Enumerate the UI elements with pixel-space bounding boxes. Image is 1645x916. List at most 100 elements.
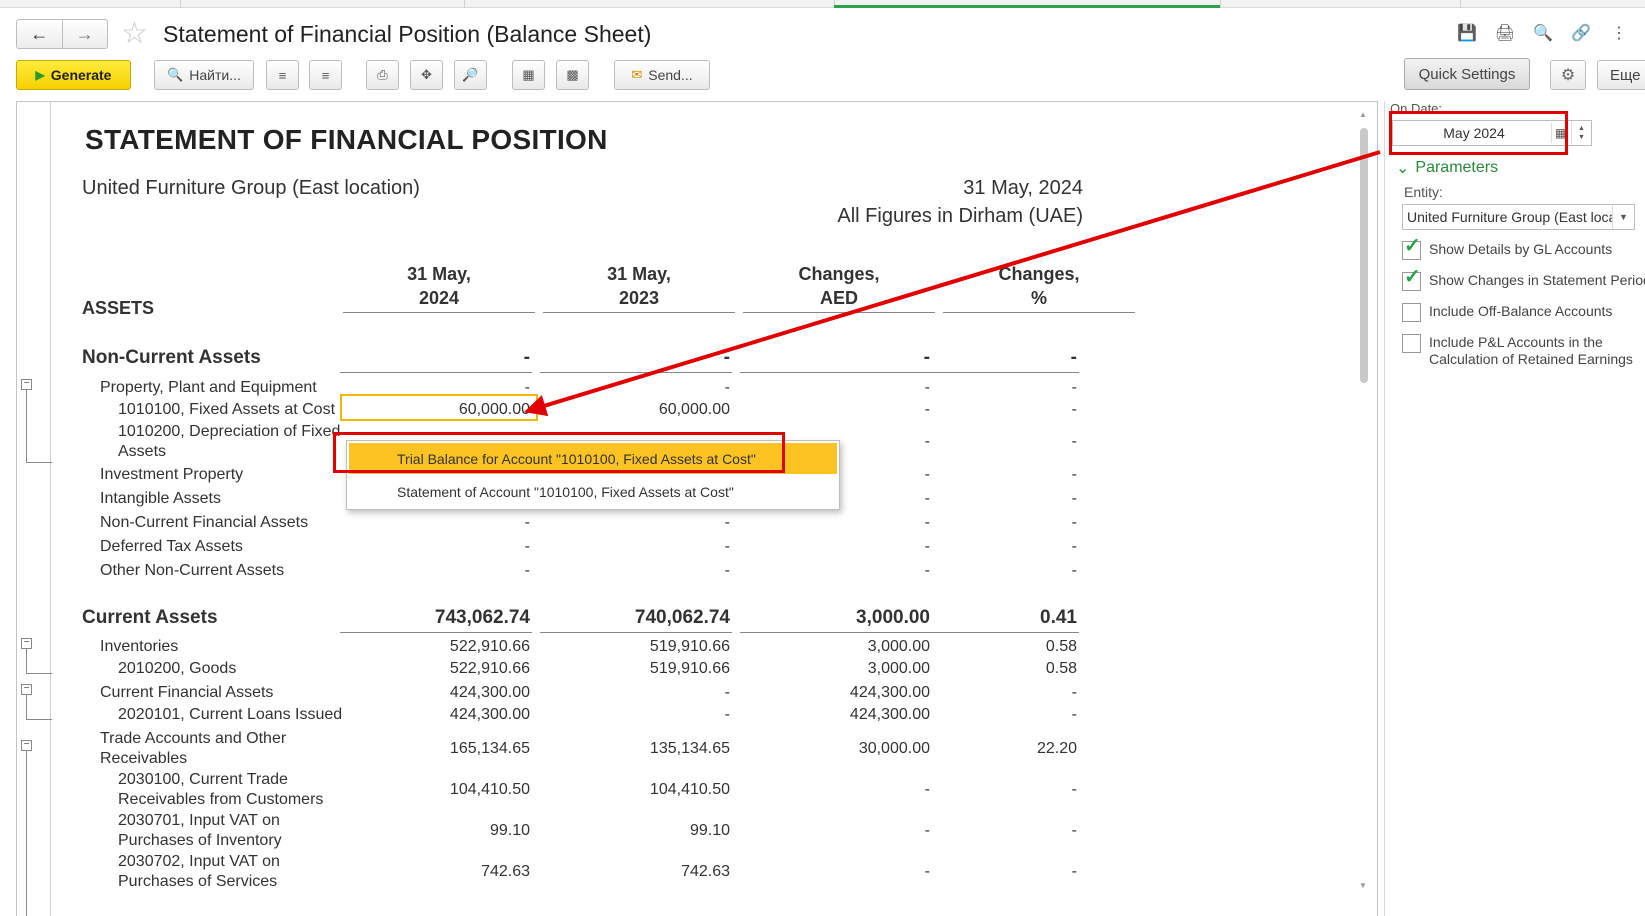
value-cell[interactable]: 0.58 [891, 659, 1077, 679]
value-cell[interactable]: 22.20 [891, 739, 1077, 759]
value-cell[interactable]: 0.41 [891, 608, 1077, 628]
settings-gear-icon[interactable]: ⚙ [1550, 60, 1586, 90]
value-cell[interactable]: 135,134.65 [544, 739, 730, 759]
value-cell[interactable]: 742.63 [544, 862, 730, 882]
checkbox-box[interactable] [1402, 334, 1421, 353]
value-cell[interactable]: 99.10 [544, 821, 730, 841]
checkbox-box[interactable] [1402, 303, 1421, 322]
back-arrow-icon[interactable]: ← [17, 20, 62, 48]
value-cell[interactable]: 522,910.66 [344, 659, 530, 679]
value-cell[interactable]: - [344, 561, 530, 581]
chevron-down-icon: ⌄ [1396, 160, 1410, 177]
value-cell[interactable]: - [891, 705, 1077, 725]
preview-icon[interactable]: 🔍 [1533, 22, 1553, 44]
quick-settings-button[interactable]: Quick Settings [1404, 58, 1530, 90]
value-cell[interactable]: 742.63 [344, 862, 530, 882]
collapse-groups-button[interactable]: ≡ [309, 60, 342, 90]
annotation-highlight-date [1389, 111, 1568, 155]
save-icon[interactable]: 💾 [1457, 22, 1477, 44]
scrollbar-thumb[interactable] [1360, 128, 1368, 383]
value-cell[interactable]: - [891, 378, 1077, 398]
value-cell[interactable]: 60,000.00 [544, 400, 730, 420]
value-cell[interactable]: - [891, 465, 1077, 485]
forward-arrow-icon[interactable]: → [61, 20, 108, 48]
value-cell[interactable]: - [891, 821, 1077, 841]
checkbox-show-changes[interactable]: Show Changes in Statement Period [1402, 269, 1645, 291]
value-cell[interactable]: 165,134.65 [344, 739, 530, 759]
value-cell[interactable]: 99.10 [344, 821, 530, 841]
value-cell[interactable]: 0.58 [891, 637, 1077, 657]
value-cell[interactable]: - [544, 683, 730, 703]
scroll-up-icon[interactable]: ▲ [1359, 110, 1367, 119]
value-cell[interactable]: - [544, 705, 730, 725]
value-cell[interactable]: - [344, 513, 530, 533]
row-label: 2030702, Input VAT on Purchases of Servic… [118, 853, 280, 890]
value-cell[interactable]: - [891, 489, 1077, 509]
favorite-star-icon[interactable]: ☆ [121, 19, 148, 49]
value-cell[interactable]: - [344, 348, 530, 368]
print-preview-button[interactable]: 🔎 [454, 60, 487, 90]
checkbox-off-balance[interactable]: Include Off-Balance Accounts [1402, 303, 1612, 322]
value-cell[interactable]: - [891, 780, 1077, 800]
print-icon[interactable]: 🖨 [1495, 22, 1515, 44]
entity-select[interactable]: United Furniture Group (East location) ▼ [1402, 204, 1635, 230]
generate-button[interactable]: ▶ Generate [16, 60, 131, 90]
send-button[interactable]: ✉ Send... [614, 60, 710, 90]
spin-up-icon[interactable]: ▲ [1578, 124, 1585, 133]
vertical-scrollbar[interactable]: ▲ ▼ [1358, 110, 1370, 890]
checkbox-show-details[interactable]: Show Details by GL Accounts [1402, 238, 1612, 260]
move-button[interactable]: ✥ [410, 60, 443, 90]
collapse-group-current-financial[interactable]: − [21, 684, 32, 695]
selected-cell[interactable] [340, 394, 538, 421]
value-cell[interactable]: - [891, 537, 1077, 557]
save-report-button[interactable]: ▩ [556, 60, 589, 90]
collapse-group-ppe[interactable]: − [21, 379, 32, 390]
column-header-2023: 31 May, 2023 [543, 262, 735, 313]
list-top-icon: ≡ [278, 67, 287, 83]
value-cell[interactable]: - [544, 513, 730, 533]
value-cell[interactable]: - [891, 561, 1077, 581]
find-button[interactable]: 🔍 Найти... [154, 60, 254, 90]
collapse-group-trade-receivables[interactable]: − [21, 740, 32, 751]
export-spreadsheet-button[interactable]: ▦ [512, 60, 545, 90]
value-cell[interactable]: - [544, 561, 730, 581]
value-cell[interactable]: 104,410.50 [544, 780, 730, 800]
value-cell[interactable]: - [891, 683, 1077, 703]
expand-groups-button[interactable]: ≡ [266, 60, 299, 90]
more-vertical-icon[interactable]: ⋮ [1609, 22, 1629, 44]
window-title-bar: ← → ☆ Statement of Financial Position (B… [0, 10, 1645, 58]
column-underline [540, 632, 732, 633]
scroll-down-icon[interactable]: ▼ [1359, 881, 1367, 890]
active-tab-indicator[interactable] [834, 5, 1220, 8]
value-cell[interactable]: - [891, 862, 1077, 882]
value-cell[interactable]: 740,062.74 [544, 608, 730, 628]
value-cell[interactable]: - [891, 432, 1077, 452]
date-spinner[interactable]: ▲ ▼ [1571, 121, 1591, 145]
parameters-section-toggle[interactable]: ⌄ Parameters [1396, 158, 1498, 178]
value-cell[interactable]: 519,910.66 [544, 637, 730, 657]
value-cell[interactable]: - [544, 537, 730, 557]
report-date: 31 May, 2024 [963, 177, 1083, 199]
value-cell[interactable]: - [891, 400, 1077, 420]
row-label: Current Financial Assets [100, 684, 274, 701]
value-cell[interactable]: 522,910.66 [344, 637, 530, 657]
value-cell[interactable]: 424,300.00 [344, 683, 530, 703]
value-cell[interactable]: - [891, 348, 1077, 368]
spin-down-icon[interactable]: ▼ [1578, 133, 1585, 142]
value-cell[interactable]: - [891, 513, 1077, 533]
checkbox-pl-accounts[interactable]: Include P&L Accounts in the Calculation o… [1402, 334, 1633, 368]
value-cell[interactable]: 743,062.74 [344, 608, 530, 628]
value-cell[interactable]: 519,910.66 [544, 659, 730, 679]
more-button[interactable]: Еще [1597, 60, 1645, 90]
value-cell[interactable]: - [344, 537, 530, 557]
dropdown-arrow-icon[interactable]: ▼ [1612, 205, 1634, 229]
collapse-group-inventories[interactable]: − [21, 638, 32, 649]
print-button[interactable]: ⎙ [366, 60, 399, 90]
link-icon[interactable]: 🔗 [1571, 22, 1591, 44]
value-cell[interactable]: 424,300.00 [344, 705, 530, 725]
entity-label: Entity: [1404, 184, 1443, 200]
menu-item-statement-of-account[interactable]: Statement of Account "1010100, Fixed Ass… [349, 476, 837, 507]
value-cell[interactable]: 104,410.50 [344, 780, 530, 800]
checkbox-box[interactable] [1402, 269, 1421, 291]
checkbox-box[interactable] [1402, 238, 1421, 260]
